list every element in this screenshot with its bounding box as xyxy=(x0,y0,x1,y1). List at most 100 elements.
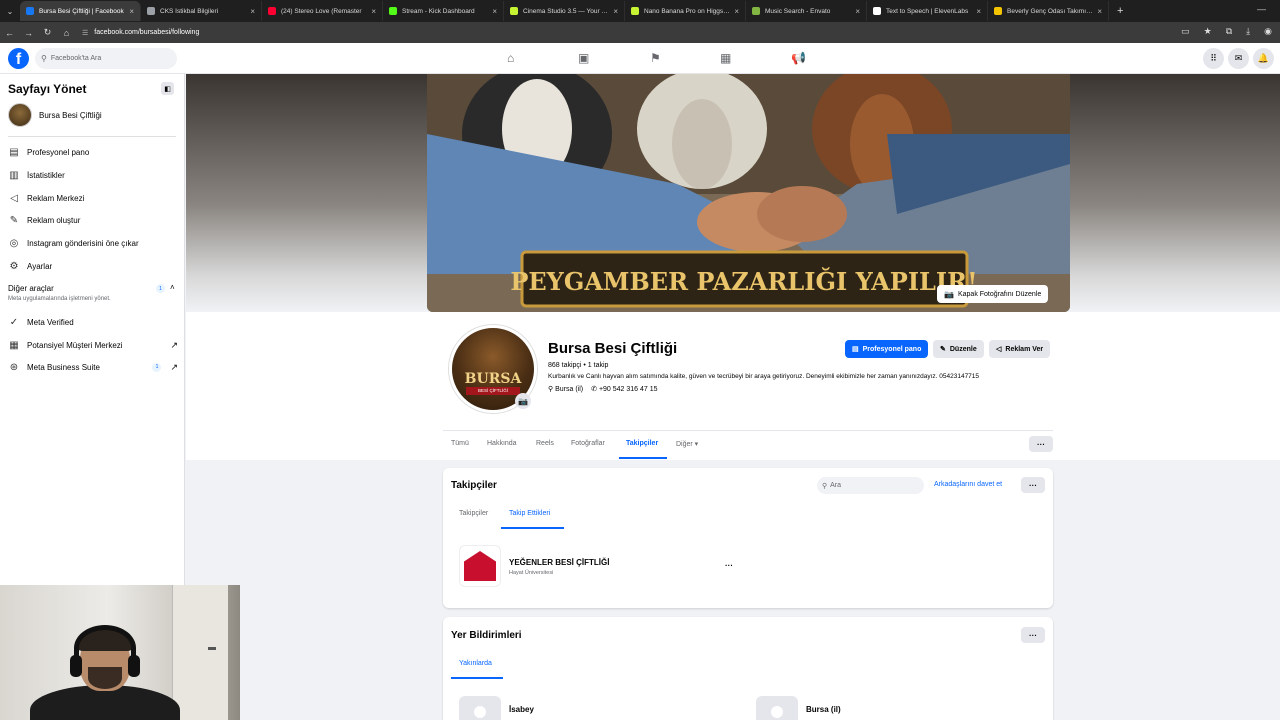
subtab-following[interactable]: Takip Ettikleri xyxy=(509,510,550,517)
place-name[interactable]: Bursa (il) xyxy=(806,705,841,714)
more-options-button[interactable]: ··· xyxy=(1021,477,1045,493)
forward-icon[interactable]: → xyxy=(19,28,38,38)
collapse-sidebar-icon[interactable]: ◧ xyxy=(161,82,174,95)
url-field[interactable]: ☰ facebook.com/bursabesi/following xyxy=(82,29,199,37)
back-icon[interactable]: ← xyxy=(0,28,19,38)
followed-page-avatar[interactable] xyxy=(459,545,501,587)
tab-followers[interactable]: Takipçiler xyxy=(626,440,658,447)
followed-page-name[interactable]: YEĞENLER BESİ ÇİFTLİĞİ xyxy=(509,558,609,567)
close-icon[interactable]: × xyxy=(492,7,497,16)
close-icon[interactable]: × xyxy=(1097,7,1102,16)
headset-icon xyxy=(74,625,136,671)
home-icon[interactable]: ⌂ xyxy=(57,28,76,38)
sidebar-page-switcher[interactable]: Bursa Besi Çiftliği xyxy=(8,103,102,127)
sidebar-item-insights[interactable]: ▥ İstatistikler xyxy=(8,169,178,181)
edit-cover-photo-button[interactable]: 📷 Kapak Fotoğrafını Düzenle xyxy=(937,285,1049,303)
tab-photos[interactable]: Fotoğraflar xyxy=(571,440,605,447)
sidebar-item-dashboard[interactable]: ▤ Profesyonel pano xyxy=(8,146,178,158)
notification-badge: 1 xyxy=(152,362,162,372)
store-favicon-icon xyxy=(994,7,1002,15)
close-icon[interactable]: × xyxy=(855,7,860,16)
other-tools-section[interactable]: Diğer araçlar Meta uygulamalarında işlet… xyxy=(8,283,178,302)
advertise-button[interactable]: ◁ Reklam Ver xyxy=(989,340,1051,358)
search-icon: ⚲ xyxy=(822,482,828,490)
headset-earcup xyxy=(70,655,82,677)
edit-icon: ✎ xyxy=(9,214,19,226)
close-icon[interactable]: × xyxy=(734,7,739,16)
place-avatar[interactable] xyxy=(756,696,798,720)
bookmark-star-icon[interactable]: ★ xyxy=(1204,26,1212,37)
browser-tab[interactable]: Bursa Besi Çiftliği | Facebook × xyxy=(20,1,141,21)
follower-stats[interactable]: 868 takipçi • 1 takip xyxy=(548,362,608,369)
ads-megaphone-icon[interactable]: 📢 xyxy=(791,51,806,65)
video-nav-icon[interactable]: ▣ xyxy=(578,51,589,65)
browser-tab[interactable]: Cinema Studio 3.5 — Your AI D × xyxy=(504,1,625,21)
close-icon[interactable]: × xyxy=(976,7,981,16)
external-link-icon: ↗ xyxy=(170,361,178,372)
profile-icon[interactable]: ◉ xyxy=(1264,26,1272,37)
browser-tab[interactable]: (24) Stereo Love (Remaster × xyxy=(262,1,383,21)
chevron-up-icon[interactable]: ˄ xyxy=(170,283,175,292)
close-icon[interactable]: × xyxy=(129,7,134,16)
home-nav-icon[interactable]: ⌂ xyxy=(507,51,514,65)
cover-banner-text: PEYGAMBER PAZARLIĞI YAPILIR! xyxy=(510,267,977,296)
more-options-button[interactable]: ··· xyxy=(1021,627,1045,643)
facebook-favicon-icon xyxy=(26,7,34,15)
close-icon[interactable]: × xyxy=(371,7,376,16)
close-icon[interactable]: × xyxy=(250,7,255,16)
invite-friends-link[interactable]: Arkadaşlarını davet et xyxy=(934,481,1002,488)
higgsfield-favicon-icon xyxy=(631,7,639,15)
sidebar-item-create-ad[interactable]: ✎ Reklam oluştur xyxy=(8,214,178,226)
higgsfield-favicon-icon xyxy=(510,7,518,15)
download-icon[interactable]: ⤓ xyxy=(1246,26,1250,37)
more-options-button[interactable]: ··· xyxy=(1029,436,1053,452)
webcam-overlay xyxy=(0,585,240,720)
marketplace-icon[interactable]: ▦ xyxy=(720,51,731,65)
edit-page-button[interactable]: ✎ Düzenle xyxy=(933,340,984,358)
cover-photo[interactable]: PEYGAMBER PAZARLIĞI YAPILIR! xyxy=(427,74,1070,312)
browser-tab[interactable]: Text to Speech | ElevenLabs × xyxy=(867,1,988,21)
notifications-bell-icon[interactable]: 🔔 xyxy=(1253,48,1274,69)
followers-search-input[interactable]: ⚲ Ara xyxy=(817,477,924,494)
avatar-logo-title: BURSA xyxy=(464,371,522,387)
sidebar-item-ad-center[interactable]: ◁ Reklam Merkezi xyxy=(8,192,178,204)
menu-grid-icon[interactable]: ⠿ xyxy=(1203,48,1224,69)
browser-tab[interactable]: Beverly Genç Odası Takımı 5880 × xyxy=(988,1,1109,21)
pages-flag-icon[interactable]: ⚑ xyxy=(650,51,661,65)
extensions-icon[interactable]: ⧉ xyxy=(1226,26,1232,37)
browser-tab[interactable]: Music Search - Envato × xyxy=(746,1,867,21)
site-info-icon[interactable]: ☰ xyxy=(82,29,88,37)
tab-reels[interactable]: Reels xyxy=(536,440,554,447)
sidebar-item-settings[interactable]: ⚙ Ayarlar xyxy=(8,260,178,272)
cast-icon[interactable]: ▭ xyxy=(1181,26,1190,37)
minimize-icon[interactable]: — xyxy=(1257,4,1266,14)
search-input[interactable]: ⚲ Facebook'ta Ara xyxy=(35,48,177,69)
tab-more[interactable]: Diğer ▾ xyxy=(676,440,698,448)
messenger-icon[interactable]: ✉ xyxy=(1228,48,1249,69)
facebook-logo-icon[interactable]: f xyxy=(8,48,29,69)
tab-about[interactable]: Hakkında xyxy=(487,440,517,447)
change-profile-photo-camera-icon[interactable]: 📷 xyxy=(515,393,531,409)
tab-search-icon[interactable]: ⌄ xyxy=(0,0,20,22)
new-tab-icon[interactable]: + xyxy=(1117,5,1123,17)
sidebar-item-boost-instagram[interactable]: ◎ Instagram gönderisini öne çıkar xyxy=(8,237,178,249)
sidebar-item-business-suite[interactable]: ⊛ Meta Business Suite 1 ↗ xyxy=(8,361,178,373)
subtab-followers[interactable]: Takipçiler xyxy=(459,510,488,517)
place-name[interactable]: İsabey xyxy=(509,705,534,714)
place-avatar[interactable] xyxy=(459,696,501,720)
more-options-icon[interactable]: ··· xyxy=(725,561,733,570)
browser-tab[interactable]: Nano Banana Pro on Higgsfield × xyxy=(625,1,746,21)
sidebar-item-leads-center[interactable]: ▦ Potansiyel Müşteri Merkezi ↗ xyxy=(8,339,178,351)
tab-all[interactable]: Tümü xyxy=(451,440,469,447)
close-icon[interactable]: × xyxy=(613,7,618,16)
camera-icon: 📷 xyxy=(944,289,954,299)
divider xyxy=(8,136,176,137)
subtab-nearby[interactable]: Yakınlarda xyxy=(459,660,492,667)
megaphone-icon: ◁ xyxy=(10,192,18,204)
sidebar-item-meta-verified[interactable]: ✓ Meta Verified xyxy=(8,316,178,328)
envato-favicon-icon xyxy=(752,7,760,15)
reload-icon[interactable]: ↻ xyxy=(38,27,57,38)
professional-dashboard-button[interactable]: ▤ Profesyonel pano xyxy=(845,340,929,358)
browser-tab[interactable]: CKS İstikbal Bilgileri × xyxy=(141,1,262,21)
browser-tab[interactable]: Stream - Kick Dashboard × xyxy=(383,1,504,21)
